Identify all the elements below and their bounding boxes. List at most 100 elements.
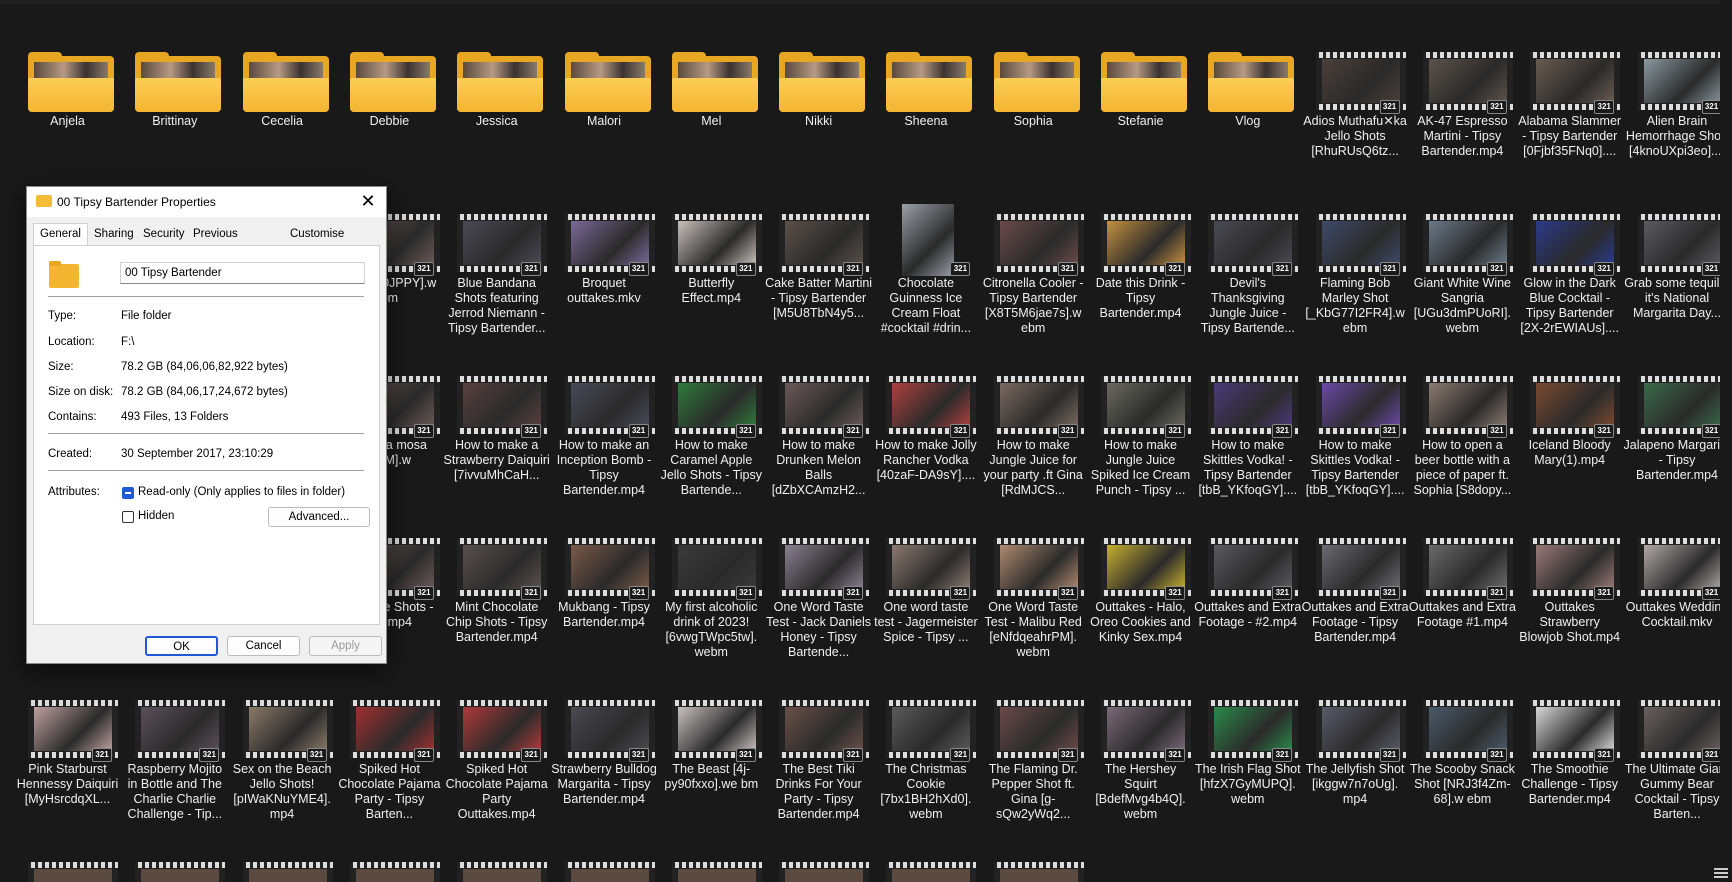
view-toggle-icon[interactable] <box>1714 868 1728 878</box>
video-file-item[interactable]: 321 AK-47 Espresso Martini - Tipsy Barten… <box>1409 38 1516 188</box>
video-file-item[interactable]: 321 Outtakes Wedding Cocktail.mkv <box>1624 524 1731 674</box>
tab-sharing[interactable]: Sharing <box>87 223 141 245</box>
video-file-item[interactable]: 321 Pink Starburst Hennessy Daiquiri [MyH… <box>14 686 121 836</box>
video-file-item[interactable]: 321 The Hershey Squirt [BdefMvg4b4Q]. web… <box>1087 686 1194 836</box>
video-file-item[interactable]: 321 My first alcoholic drink of 2023! [6v… <box>658 524 765 674</box>
video-file-item[interactable]: 321 How to open a beer bottle with a piec… <box>1409 362 1516 512</box>
media-player-badge-icon: 321 <box>1594 100 1615 114</box>
folder-item[interactable]: Anjela <box>14 38 121 188</box>
video-file-item[interactable]: 321 Outtakes and Extra Footage - #2.mp4 <box>1194 524 1301 674</box>
video-file-item[interactable] <box>229 848 336 882</box>
video-file-item[interactable]: 321 How to make Jungle Juice Spiked Ice C… <box>1087 362 1194 512</box>
video-file-item[interactable] <box>443 848 550 882</box>
tab-security[interactable]: Security <box>136 223 192 245</box>
folder-name-field[interactable]: 00 Tipsy Bartender <box>120 262 365 284</box>
video-file-item[interactable]: 321 How to make an Inception Bomb - Tipsy… <box>551 362 658 512</box>
folder-item[interactable]: Malori <box>551 38 658 188</box>
video-file-item[interactable]: 321 Blue Bandana Shots featuring Jerrod N… <box>443 200 550 350</box>
video-file-item[interactable]: 321 Iceland Bloody Mary(1).mp4 <box>1516 362 1623 512</box>
video-file-item[interactable]: 321 Butterfly Effect.mp4 <box>658 200 765 350</box>
folder-item[interactable]: Sheena <box>872 38 979 188</box>
video-file-item[interactable]: 321 The Christmas Cookie [7bx1BH2hXd0]. w… <box>872 686 979 836</box>
folder-item[interactable]: Jessica <box>443 38 550 188</box>
folder-icon <box>1208 52 1295 112</box>
video-file-item[interactable]: 321 The Smoothie Challenge - Tipsy Barten… <box>1516 686 1623 836</box>
video-file-item[interactable] <box>872 848 979 882</box>
folder-item[interactable]: Stefanie <box>1087 38 1194 188</box>
video-file-item[interactable]: 321 The Ultimate Giant Gummy Bear Cocktai… <box>1624 686 1731 836</box>
folder-item[interactable]: Sophia <box>980 38 1087 188</box>
video-file-item[interactable]: 321 Devil's Thanksgiving Jungle Juice - T… <box>1194 200 1301 350</box>
video-file-item[interactable]: 321 Broquet outtakes.mkv <box>551 200 658 350</box>
dialog-titlebar[interactable]: 00 Tipsy Bartender Properties ✕ <box>27 187 386 217</box>
video-file-item[interactable]: 321 How to make a Strawberry Daiquiri [7i… <box>443 362 550 512</box>
folder-item[interactable]: Mel <box>658 38 765 188</box>
video-thumbnail-icon: 321 <box>1530 52 1621 114</box>
video-thumbnail-icon: 321 <box>1101 700 1191 762</box>
file-label: The Scooby Snack Shot [NRJ3f4Zm-68].w eb… <box>1409 762 1515 806</box>
video-file-item[interactable]: 321 Mukbang - Tipsy Bartender.mp4 <box>551 524 658 674</box>
folder-item[interactable]: Brittinay <box>121 38 228 188</box>
video-file-item[interactable]: 321 Giant White Wine Sangria [UGu3dmPUoRI… <box>1409 200 1516 350</box>
video-file-item[interactable]: 321 The Best Tiki Drinks For Your Party -… <box>765 686 872 836</box>
tab-general[interactable]: General <box>33 223 88 246</box>
advanced-button[interactable]: Advanced... <box>268 507 370 527</box>
video-file-item[interactable]: 321 One Word Taste Test - Jack Daniels Ho… <box>765 524 872 674</box>
video-file-item[interactable] <box>336 848 443 882</box>
video-file-item[interactable]: 321 Alien Brain Hemorrhage Shot! [4knoUXp… <box>1624 38 1731 188</box>
apply-button[interactable]: Apply <box>309 636 382 656</box>
scrollbar[interactable] <box>1714 0 1732 882</box>
video-file-item[interactable]: 321 One Word Taste Test - Malibu Red [eNf… <box>980 524 1087 674</box>
video-file-item[interactable]: 321 The Jellyfish Shot [ikggw7n7oUg]. mp4 <box>1302 686 1409 836</box>
video-file-item[interactable]: 321 The Scooby Snack Shot [NRJ3f4Zm-68].w… <box>1409 686 1516 836</box>
video-file-item[interactable]: 321 Raspberry Mojito in Bottle and The Ch… <box>121 686 228 836</box>
video-file-item[interactable] <box>765 848 872 882</box>
video-file-item[interactable]: 321 Alabama Slammer - Tipsy Bartender [0F… <box>1516 38 1623 188</box>
video-file-item[interactable]: 321 Spiked Hot Chocolate Pajama Party - T… <box>336 686 443 836</box>
video-file-item[interactable]: 321 Outtakes Strawberry Blowjob Shot.mp4 <box>1516 524 1623 674</box>
video-file-item[interactable]: 321 Outtakes and Extra Footage - Tipsy Ba… <box>1302 524 1409 674</box>
folder-item[interactable]: Nikki <box>765 38 872 188</box>
video-file-item[interactable]: 321 Outtakes and Extra Footage #1.mp4 <box>1409 524 1516 674</box>
video-file-item[interactable]: 321 The Flaming Dr. Pepper Shot ft. Gina … <box>980 686 1087 836</box>
hidden-checkbox[interactable] <box>122 511 134 523</box>
video-file-item[interactable] <box>14 848 121 882</box>
video-file-item[interactable]: 321 Citronella Cooler - Tipsy Bartender [… <box>980 200 1087 350</box>
video-file-item[interactable]: 321 One word taste test - Jagermeister Sp… <box>872 524 979 674</box>
video-file-item[interactable]: 321 The Beast [4j-py90fxxo].we bm <box>658 686 765 836</box>
video-file-item[interactable]: 321 Adios Muthafu✕ka Jello Shots [RhuRUsQ… <box>1302 38 1409 188</box>
video-file-item[interactable]: 321 Jalapeno Margarita - Tipsy Bartender.… <box>1624 362 1731 512</box>
video-file-item[interactable] <box>658 848 765 882</box>
video-file-item[interactable]: 321 Strawberry Bulldog Margarita - Tipsy … <box>551 686 658 836</box>
folder-item[interactable]: Vlog <box>1194 38 1301 188</box>
close-button[interactable]: ✕ <box>358 191 378 211</box>
tab-customise[interactable]: Customise <box>283 223 351 245</box>
video-file-item[interactable]: 321 Chocolate Guinness Ice Cream Float #c… <box>872 200 979 350</box>
video-file-item[interactable]: 321 Sex on the Beach Jello Shots! [pIWaKN… <box>229 686 336 836</box>
video-file-item[interactable]: 321 How to make Jolly Rancher Vodka [40za… <box>872 362 979 512</box>
video-file-item[interactable]: 321 Mint Chocolate Chip Shots - Tipsy Bar… <box>443 524 550 674</box>
ok-button[interactable]: OK <box>145 636 218 656</box>
readonly-checkbox[interactable] <box>122 487 134 499</box>
video-file-item[interactable]: 321 How to make Caramel Apple Jello Shots… <box>658 362 765 512</box>
video-file-item[interactable] <box>551 848 658 882</box>
folder-item[interactable]: Cecelia <box>229 38 336 188</box>
video-file-item[interactable]: 321 The Irish Flag Shot [hfzX7GyMUPQ]. we… <box>1194 686 1301 836</box>
video-file-item[interactable] <box>121 848 228 882</box>
video-file-item[interactable]: 321 Glow in the Dark Blue Cocktail - Tips… <box>1516 200 1623 350</box>
video-file-item[interactable]: 321 How to make Drunken Melon Balls [dZbX… <box>765 362 872 512</box>
video-file-item[interactable]: 321 Date this Drink - Tipsy Bartender.mp4 <box>1087 200 1194 350</box>
video-file-item[interactable]: 321 How to make Skittles Vodka! - Tipsy B… <box>1302 362 1409 512</box>
video-file-item[interactable]: 321 How to make Jungle Juice for your par… <box>980 362 1087 512</box>
video-file-item[interactable]: 321 Grab some tequila, it's National Marg… <box>1624 200 1731 350</box>
tab-previous-versions[interactable]: Previous Versions <box>186 223 245 260</box>
video-file-item[interactable]: 321 Flaming Bob Marley Shot [_KbG77I2FR4]… <box>1302 200 1409 350</box>
video-file-item[interactable]: 321 Cake Batter Martini - Tipsy Bartender… <box>765 200 872 350</box>
folder-item[interactable]: Debbie <box>336 38 443 188</box>
video-file-item[interactable]: 321 Outtakes - Halo, Oreo Cookies and Kin… <box>1087 524 1194 674</box>
video-file-item[interactable]: 321 How to make Skittles Vodka! - Tipsy B… <box>1194 362 1301 512</box>
video-file-item[interactable] <box>980 848 1087 882</box>
cancel-button[interactable]: Cancel <box>227 636 300 656</box>
video-file-item[interactable]: 321 Spiked Hot Chocolate Pajama Party Out… <box>443 686 550 836</box>
file-label: The Irish Flag Shot [hfzX7GyMUPQ]. webm <box>1194 762 1301 806</box>
